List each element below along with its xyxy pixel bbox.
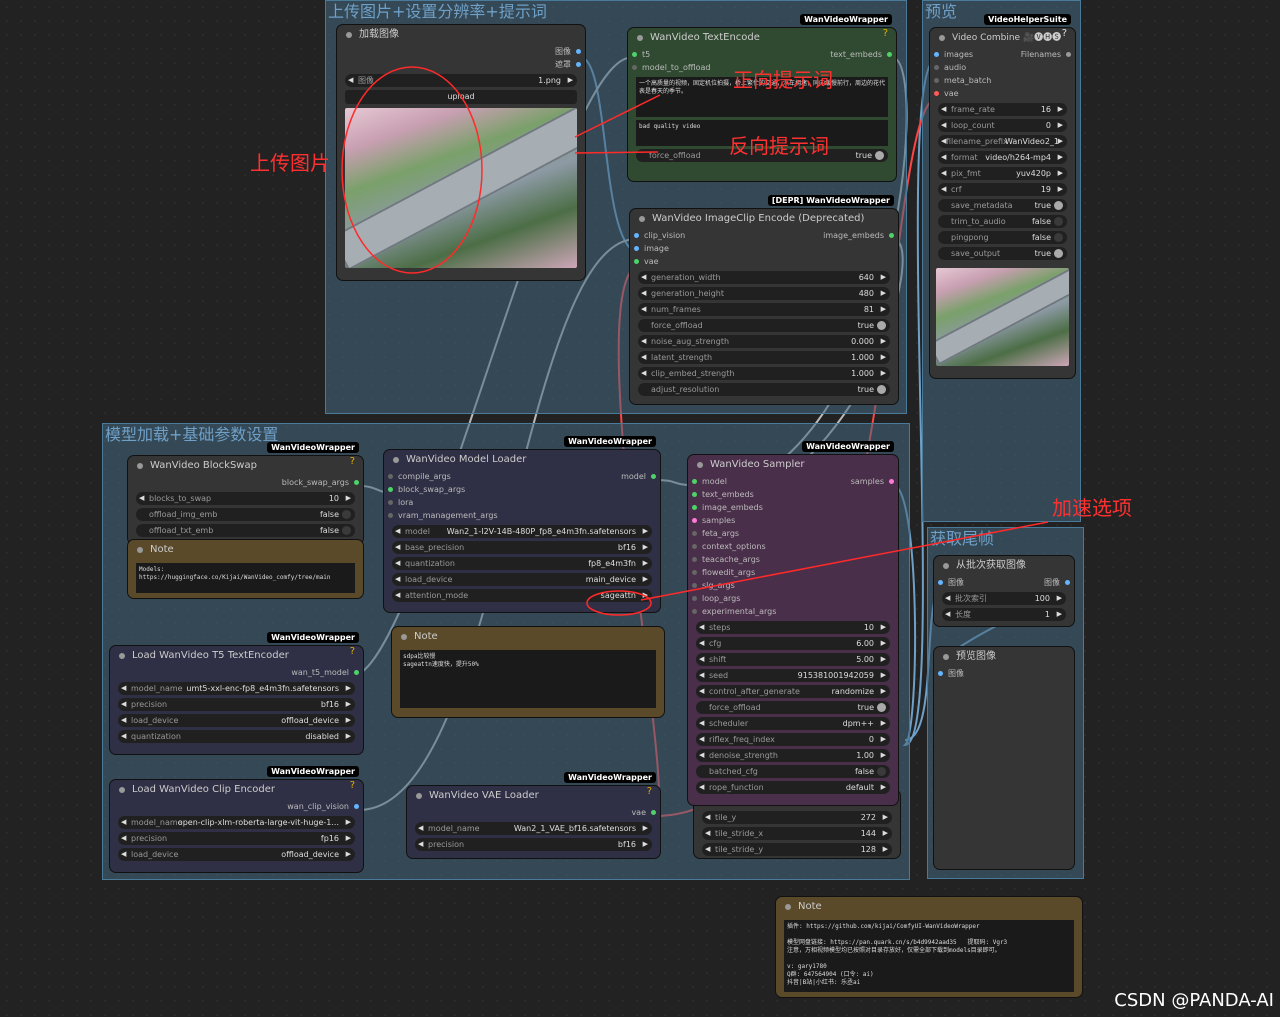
annotation-negative-prompt: 反向提示词 (729, 134, 829, 158)
attention-highlight-ellipse (586, 590, 652, 616)
positive-arrow (574, 94, 661, 138)
annotation-acceleration: 加速选项 (1052, 496, 1132, 520)
upload-highlight-ellipse (341, 66, 483, 274)
accel-arrow (640, 521, 1049, 601)
watermark: CSDN @PANDA-AI (1114, 990, 1274, 1011)
negative-arrow (574, 151, 659, 154)
annotation-positive-prompt: 正向提示词 (733, 68, 833, 92)
annotation-upload-image: 上传图片 (250, 151, 330, 175)
